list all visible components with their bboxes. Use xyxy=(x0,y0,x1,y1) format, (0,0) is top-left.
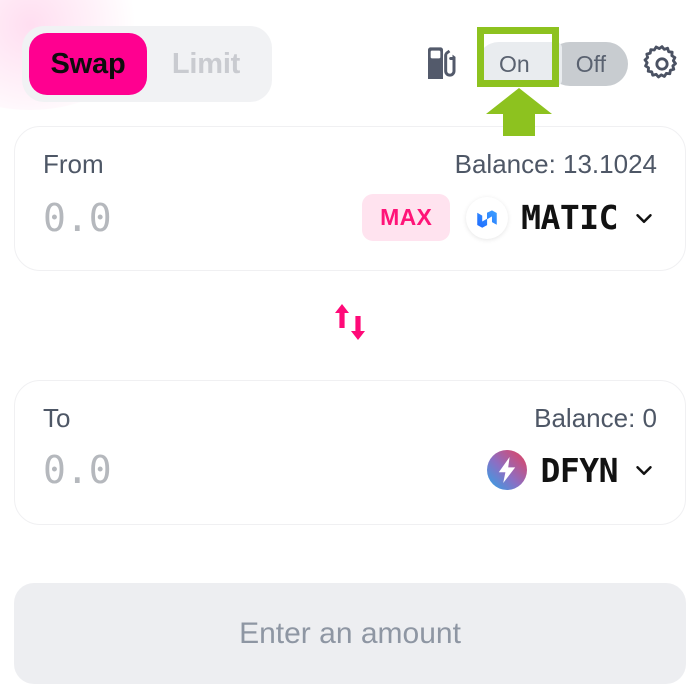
to-token-select[interactable]: DFYN xyxy=(486,449,657,491)
from-card-row: MAX MATIC xyxy=(43,194,657,241)
from-amount-input[interactable] xyxy=(43,195,343,240)
tab-swap[interactable]: Swap xyxy=(29,33,147,95)
from-card-header: From Balance: 13.1024 xyxy=(43,149,657,180)
from-label: From xyxy=(43,149,104,179)
header: Swap Limit On Off xyxy=(22,22,682,106)
matic-logo-icon xyxy=(466,196,509,239)
max-button[interactable]: MAX xyxy=(362,194,451,241)
from-card: From Balance: 13.1024 MAX xyxy=(14,126,686,271)
to-card-row: DFYN xyxy=(43,448,657,492)
to-label: To xyxy=(43,403,71,433)
from-card-controls: MAX MATIC xyxy=(362,194,657,241)
header-controls: On Off xyxy=(423,42,682,86)
to-card: To Balance: 0 0.0 DFYN xyxy=(14,380,686,525)
switch-direction-button[interactable] xyxy=(323,292,377,352)
to-amount-input[interactable] xyxy=(43,448,343,492)
chevron-down-icon xyxy=(636,466,652,476)
to-card-header: To Balance: 0 xyxy=(43,403,657,434)
dfyn-logo-icon xyxy=(486,449,528,491)
gear-icon[interactable] xyxy=(642,44,682,84)
to-token-symbol: DFYN xyxy=(540,450,619,490)
switch-direction-container xyxy=(0,292,700,352)
to-balance: Balance: 0 xyxy=(534,403,657,433)
from-token-select[interactable]: MATIC xyxy=(466,196,657,239)
submit-swap-button[interactable]: Enter an amount xyxy=(14,583,686,684)
swap-widget: Swap Limit On Off From Balance: 13.1024 … xyxy=(0,0,700,700)
mode-toggle-group: Swap Limit xyxy=(22,26,272,102)
to-card-controls: DFYN xyxy=(486,449,657,491)
gas-toggle-on[interactable]: On xyxy=(477,42,562,86)
chevron-down-icon xyxy=(636,213,652,223)
gas-mode-toggle: On Off xyxy=(477,42,628,86)
from-token-symbol: MATIC xyxy=(521,198,618,237)
swap-direction-arrows-icon xyxy=(335,304,365,340)
tab-limit[interactable]: Limit xyxy=(147,33,265,95)
from-balance: Balance: 13.1024 xyxy=(454,149,657,179)
gas-pump-icon xyxy=(423,44,463,84)
